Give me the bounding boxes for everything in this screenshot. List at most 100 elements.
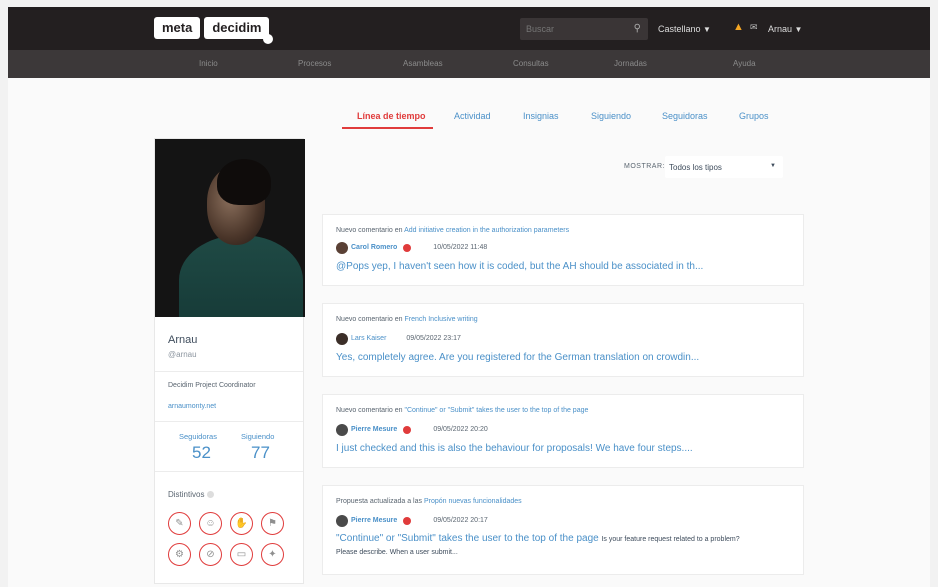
nav-item-inicio[interactable]: Inicio bbox=[199, 59, 218, 68]
avatar[interactable] bbox=[336, 423, 348, 436]
card-text[interactable]: @Pops yep, I haven't seen how it is code… bbox=[336, 261, 703, 272]
avatar[interactable] bbox=[336, 241, 348, 254]
divider bbox=[155, 371, 303, 372]
badge-icon[interactable]: ⚙ bbox=[168, 543, 191, 566]
filter-label: MOSTRAR: bbox=[624, 163, 665, 170]
card-date: 09/05/2022 23:17 bbox=[406, 335, 461, 342]
search-input[interactable] bbox=[526, 21, 626, 37]
profile-name: Arnau bbox=[168, 334, 198, 346]
profile-card: Arnau @arnau Decidim Project Coordinator… bbox=[154, 138, 305, 584]
card-meta: Nuevo comentario en Add initiative creat… bbox=[336, 227, 569, 234]
following-count[interactable]: 77 bbox=[251, 443, 270, 463]
filter-select[interactable]: Todos los tipos ▼ bbox=[665, 156, 783, 178]
followers-label[interactable]: Seguidoras bbox=[179, 432, 217, 441]
card-meta: Nuevo comentario en French Inclusive wri… bbox=[336, 316, 478, 323]
verified-icon bbox=[403, 516, 412, 525]
profile-photo bbox=[155, 139, 305, 317]
chevron-down-icon: ▼ bbox=[703, 25, 711, 34]
badge-icon[interactable]: ✦ bbox=[261, 543, 284, 566]
divider bbox=[155, 421, 303, 422]
avatar[interactable] bbox=[336, 514, 348, 527]
badge-icon[interactable]: ✎ bbox=[168, 512, 191, 535]
avatar[interactable] bbox=[336, 332, 348, 345]
card-date: 09/05/2022 20:17 bbox=[433, 517, 488, 524]
card-text[interactable]: Yes, completely agree. Are you registere… bbox=[336, 352, 699, 363]
verified-icon bbox=[403, 243, 412, 252]
card-meta: Nuevo comentario en "Continue" or "Submi… bbox=[336, 407, 588, 414]
timeline-card: Nuevo comentario en "Continue" or "Submi… bbox=[322, 394, 804, 468]
timeline-card: Nuevo comentario en Add initiative creat… bbox=[322, 214, 804, 286]
logo-dot bbox=[263, 34, 273, 44]
bell-icon[interactable]: ▲ bbox=[733, 21, 744, 33]
chevron-down-icon: ▼ bbox=[794, 25, 803, 34]
badges-title-label: Distintivos bbox=[168, 490, 205, 499]
tab-badges[interactable]: Insignias bbox=[523, 111, 559, 121]
logo-decidim: decidim bbox=[204, 17, 270, 39]
tab-groups[interactable]: Grupos bbox=[739, 111, 769, 121]
card-text-extra: Is your feature request related to a pro… bbox=[601, 536, 740, 543]
filter-value: Todos los tipos bbox=[669, 163, 722, 172]
search-box: ⚲ bbox=[520, 18, 648, 40]
language-label: Castellano bbox=[658, 24, 701, 34]
card-action: Nuevo comentario en bbox=[336, 316, 403, 323]
badge-icon[interactable]: ✋ bbox=[230, 512, 253, 535]
card-text: "Continue" or "Submit" takes the user to… bbox=[336, 533, 740, 544]
tab-following[interactable]: Siguiendo bbox=[591, 111, 631, 121]
card-target-link[interactable]: "Continue" or "Submit" takes the user to… bbox=[405, 407, 589, 414]
main-nav: Inicio Procesos Asambleas Consultas Jorn… bbox=[8, 50, 930, 78]
card-meta: Propuesta actualizada a las Propón nueva… bbox=[336, 498, 522, 505]
timeline-card: Nuevo comentario en French Inclusive wri… bbox=[322, 303, 804, 377]
card-author: Pierre Mesure 09/05/2022 20:20 bbox=[336, 423, 488, 436]
author-name[interactable]: Pierre Mesure bbox=[351, 517, 397, 524]
badge-icon[interactable]: ⚑ bbox=[261, 512, 284, 535]
nav-item-procesos[interactable]: Procesos bbox=[298, 59, 331, 68]
card-target-link[interactable]: Propón nuevas funcionalidades bbox=[424, 498, 522, 505]
badge-icon[interactable]: ⊘ bbox=[199, 543, 222, 566]
card-text-link[interactable]: "Continue" or "Submit" takes the user to… bbox=[336, 533, 599, 544]
photo-hair bbox=[217, 159, 271, 205]
card-text-continued: Please describe. When a user submit... bbox=[336, 549, 458, 556]
author-name[interactable]: Carol Romero bbox=[351, 244, 397, 251]
badge-icon[interactable]: ☺ bbox=[199, 512, 222, 535]
tab-timeline[interactable]: Línea de tiempo bbox=[357, 111, 426, 121]
search-icon[interactable]: ⚲ bbox=[634, 23, 641, 34]
card-action: Nuevo comentario en bbox=[336, 227, 403, 234]
info-icon[interactable] bbox=[207, 491, 215, 499]
timeline-card: Propuesta actualizada a las Propón nueva… bbox=[322, 485, 804, 575]
profile-role: Decidim Project Coordinator bbox=[168, 382, 256, 389]
card-author: Carol Romero 10/05/2022 11:48 bbox=[336, 241, 487, 254]
author-name[interactable]: Lars Kaiser bbox=[351, 335, 386, 342]
badges-title: Distintivos bbox=[168, 490, 215, 499]
author-name[interactable]: Pierre Mesure bbox=[351, 426, 397, 433]
logo-meta: meta bbox=[154, 17, 201, 39]
user-menu[interactable]: Arnau ▼ bbox=[768, 24, 802, 34]
tab-followers[interactable]: Seguidoras bbox=[662, 111, 708, 121]
active-tab-indicator bbox=[342, 127, 433, 129]
top-bar: meta decidim ⚲ Castellano ▼ ▲ ✉ Arnau ▼ bbox=[8, 7, 930, 50]
tab-activity[interactable]: Actividad bbox=[454, 111, 491, 121]
nav-item-ayuda[interactable]: Ayuda bbox=[733, 59, 756, 68]
logo[interactable]: meta decidim bbox=[154, 17, 273, 44]
divider bbox=[155, 471, 303, 472]
user-name: Arnau bbox=[768, 24, 793, 34]
card-target-link[interactable]: French Inclusive writing bbox=[405, 316, 478, 323]
card-date: 10/05/2022 11:48 bbox=[433, 244, 488, 251]
profile-handle: @arnau bbox=[168, 350, 197, 359]
nav-item-asambleas[interactable]: Asambleas bbox=[403, 59, 443, 68]
card-target-link[interactable]: Add initiative creation in the authoriza… bbox=[404, 227, 569, 234]
badge-icon[interactable]: ▭ bbox=[230, 543, 253, 566]
card-author: Lars Kaiser 09/05/2022 23:17 bbox=[336, 332, 461, 345]
card-action: Nuevo comentario en bbox=[336, 407, 403, 414]
language-selector[interactable]: Castellano ▼ bbox=[658, 24, 711, 34]
following-label[interactable]: Siguiendo bbox=[241, 432, 274, 441]
mail-icon[interactable]: ✉ bbox=[750, 22, 758, 33]
nav-item-consultas[interactable]: Consultas bbox=[513, 59, 549, 68]
profile-website-link[interactable]: arnaumonty.net bbox=[168, 403, 216, 410]
verified-icon bbox=[403, 425, 412, 434]
chevron-down-icon: ▼ bbox=[770, 163, 776, 169]
card-action: Propuesta actualizada a las bbox=[336, 498, 422, 505]
nav-item-jornadas[interactable]: Jornadas bbox=[614, 59, 647, 68]
card-text[interactable]: I just checked and this is also the beha… bbox=[336, 443, 693, 454]
followers-count[interactable]: 52 bbox=[192, 443, 211, 463]
card-author: Pierre Mesure 09/05/2022 20:17 bbox=[336, 514, 488, 527]
